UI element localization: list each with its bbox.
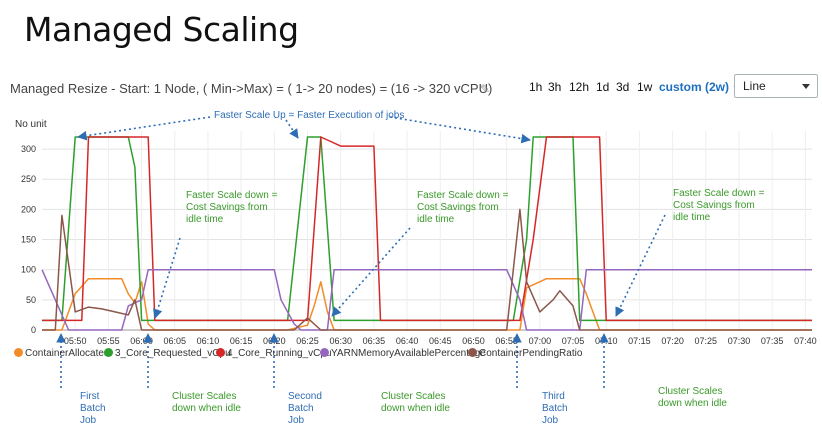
legend-swatch [216,348,225,357]
x-tick-label: 07:15 [628,336,651,346]
annotation-line: Faster Scale down = [673,188,765,199]
annotation-line: Faster Scale down = [186,190,278,201]
annotation-idle-2: Cluster Scales down when idle [381,391,450,415]
arrow-scale-up-2 [285,119,299,139]
annotation-line: Cluster Scales [172,391,237,402]
chart-grid [42,131,812,331]
annotation-line: idle time [186,214,224,225]
annotation-line: idle time [417,214,455,225]
x-tick-label: 07:05 [562,336,585,346]
legend-label: 4_Core_Running_vCpu [227,348,332,359]
annotation-line: First [80,391,100,402]
annotation-line: Cost Savings from [417,202,499,213]
annotation-idle-1: Cluster Scales down when idle [172,391,241,415]
x-tick-label: 06:50 [462,336,485,346]
y-tick-label: 50 [26,295,36,305]
annotation-scale-down-2: Faster Scale down = Cost Savings from id… [417,190,508,226]
x-tick-label: 06:10 [197,336,220,346]
annotation-line: Third [542,391,565,402]
legend-label: 3_Core_Requested_vCpu [115,348,231,359]
legend-label: ContainerPendingRatio [479,348,583,359]
annotation-line: Job [542,415,559,426]
annotation-line: Cluster Scales [658,386,723,397]
y-tick-label: 200 [21,204,36,214]
legend-label: ContainerAllocated [25,348,110,359]
arrow-scale-down-2 [331,227,411,317]
annotation-line: Job [80,415,97,426]
annotation-batch-1: First Batch Job [80,391,106,427]
x-tick-label: 07:25 [695,336,718,346]
legend-item-core-running[interactable]: 4_Core_Running_vCpu [216,348,332,359]
legend-item-container-pending[interactable]: ContainerPendingRatio [468,348,582,359]
annotation-scale-down-3: Faster Scale down = Cost Savings from id… [673,188,764,224]
arrow-scale-down-1 [152,237,181,319]
arrow-scale-down-3 [615,214,666,317]
annotation-line: Batch [288,403,314,414]
annotation-line: Batch [542,403,568,414]
legend-label: YARNMemoryAvailablePercentage [331,348,486,359]
legend-item-yarn-memory[interactable]: YARNMemoryAvailablePercentage [320,348,486,359]
annotation-scale-down-1: Faster Scale down = Cost Savings from id… [186,190,277,226]
x-tick-label: 05:55 [97,336,120,346]
y-tick-label: 150 [21,235,36,245]
x-axis-ticks: 05:5005:5506:0006:0506:1006:1506:2006:25… [64,336,817,346]
chart-series-lines [41,136,812,331]
x-tick-label: 06:55 [495,336,518,346]
y-tick-label: 300 [21,144,36,154]
annotation-line: idle time [673,212,711,223]
annotation-line: Cluster Scales [381,391,446,402]
y-tick-label: 0 [31,325,36,335]
annotation-scale-up: Faster Scale Up = Faster Execution of jo… [214,110,405,121]
annotation-idle-3: Cluster Scales down when idle [658,386,727,410]
x-tick-label: 07:30 [728,336,751,346]
annotation-line: down when idle [658,398,727,409]
x-tick-label: 06:35 [363,336,386,346]
annotation-batch-3: Third Batch Job [542,391,568,427]
legend-item-core-requested[interactable]: 3_Core_Requested_vCpu [104,348,231,359]
series-line-3-core-requested-vcpu [42,136,812,322]
x-tick-label: 07:10 [595,336,618,346]
series-line-containerallocated [42,277,812,331]
y-tick-label: 100 [21,265,36,275]
x-tick-label: 06:30 [329,336,352,346]
series-line-4-core-running-vcpu [42,136,812,322]
annotation-line: Cost Savings from [186,202,268,213]
x-tick-label: 06:00 [130,336,153,346]
x-tick-label: 06:40 [396,336,419,346]
x-tick-label: 05:50 [64,336,87,346]
annotation-line: Second [288,391,322,402]
annotation-line: down when idle [381,403,450,414]
legend-swatch [468,348,477,357]
legend-item-container-allocated[interactable]: ContainerAllocated [14,348,110,359]
x-tick-label: 07:40 [794,336,817,346]
x-tick-label: 06:15 [230,336,253,346]
x-tick-label: 07:35 [761,336,784,346]
legend-swatch [104,348,113,357]
x-tick-label: 06:05 [163,336,186,346]
annotation-line: Faster Scale down = [417,190,509,201]
arrow-scale-up-1 [77,116,211,141]
x-tick-label: 06:45 [429,336,452,346]
legend-swatch [320,348,329,357]
annotation-line: down when idle [172,403,241,414]
x-tick-label: 07:20 [661,336,684,346]
annotation-line: Job [288,415,305,426]
x-tick-label: 06:25 [296,336,319,346]
y-tick-label: 250 [21,174,36,184]
x-tick-label: 07:00 [529,336,552,346]
legend-swatch [14,348,23,357]
arrow-scale-up-3 [389,116,531,144]
y-axis-ticks: 0 50 100 150 200 250 300 [21,144,36,335]
annotation-line: Batch [80,403,106,414]
annotation-line: Cost Savings from [673,200,755,211]
annotation-batch-2: Second Batch Job [288,391,322,427]
